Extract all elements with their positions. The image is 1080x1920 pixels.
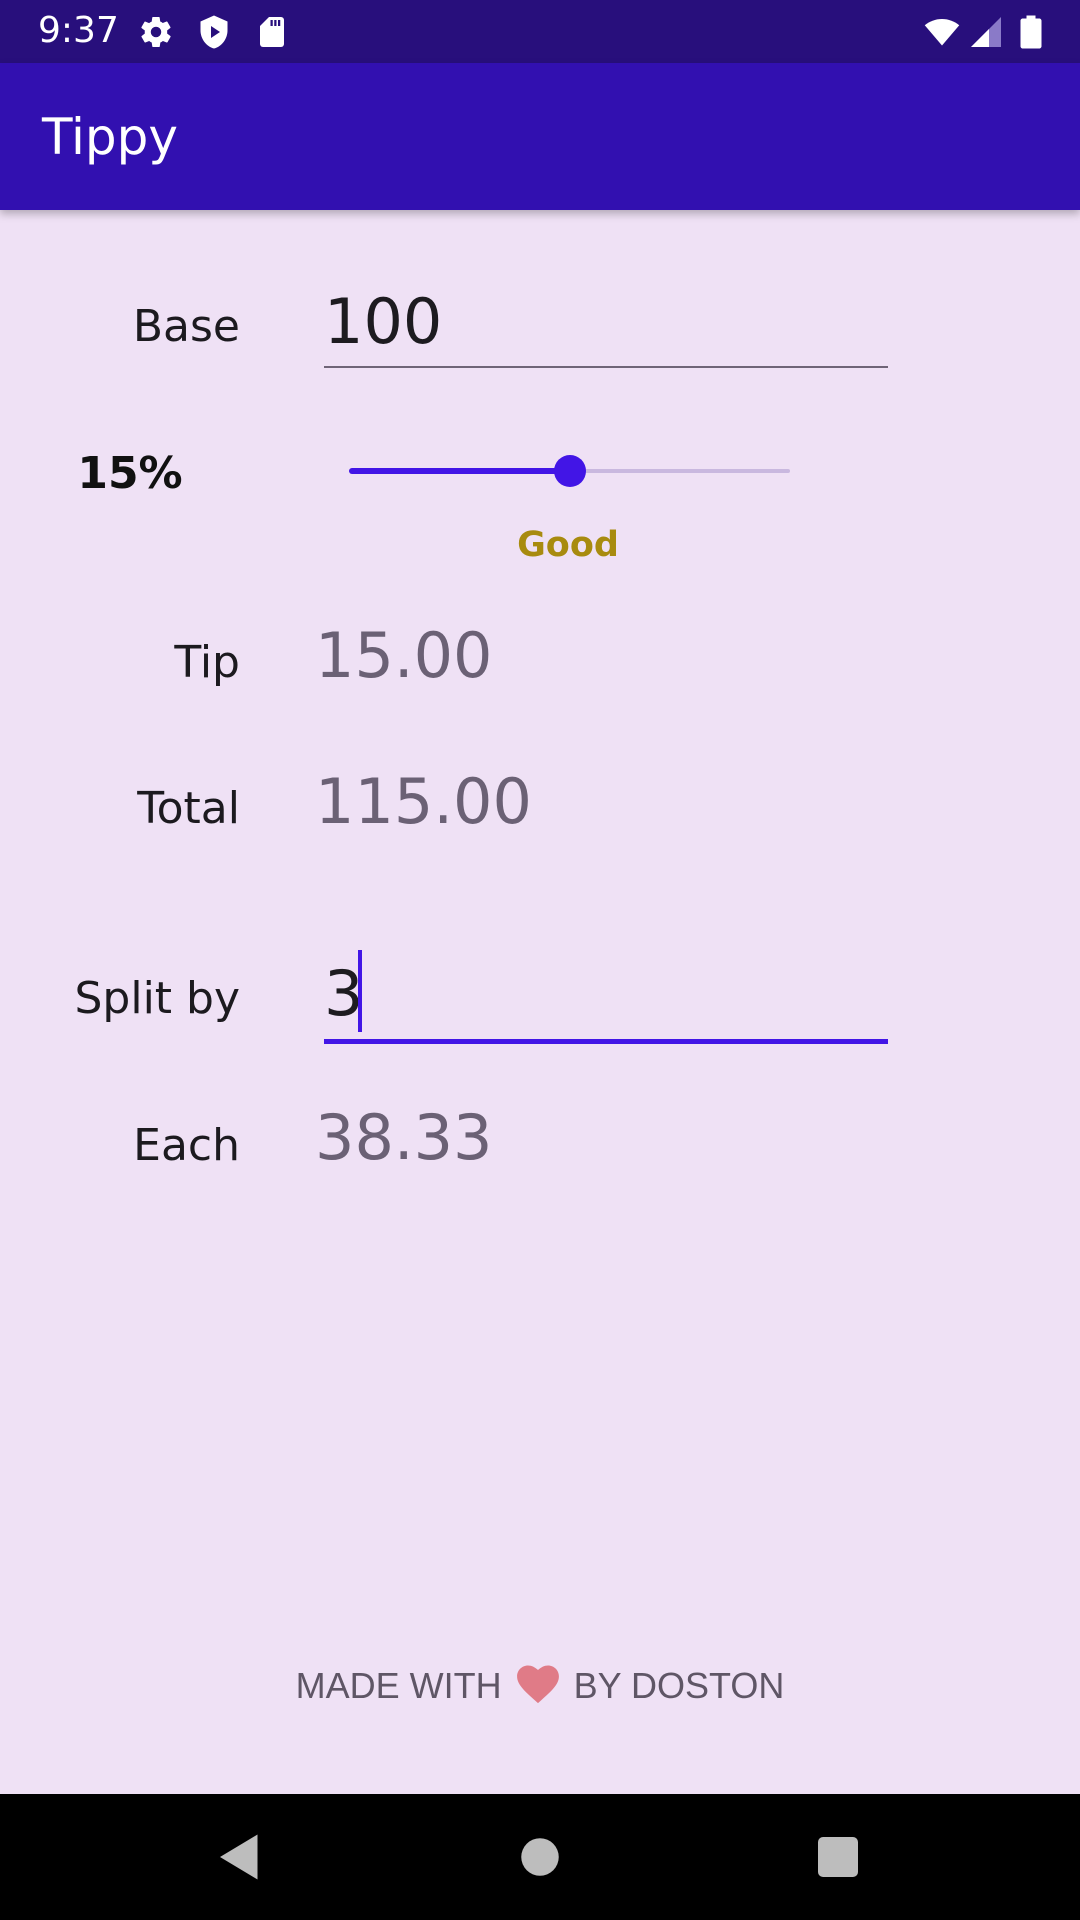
tippy-screen: 9:37 Tippy Base 100 15% Good Tip 15.00 T… [0,0,1080,1920]
tip-percent-slider[interactable] [349,455,790,487]
total-label: Total [137,783,240,834]
tip-label: Tip [174,637,240,688]
each-amount: 38.33 [315,1101,493,1174]
total-amount: 115.00 [315,765,532,838]
slider-fill [349,468,570,474]
wifi-icon [920,14,964,50]
heart-icon [516,1664,560,1704]
tip-amount: 15.00 [315,619,493,692]
app-bar: Tippy [0,63,1080,210]
split-by-input[interactable]: 3 [324,950,888,1046]
footer: MADE WITH BY DOSTON [0,1662,1080,1710]
signal-icon [968,14,1004,50]
each-label: Each [133,1120,240,1171]
status-bar: 9:37 [0,0,1080,63]
navigation-bar [0,1794,1080,1920]
recents-icon[interactable] [808,1827,868,1887]
battery-icon [1016,14,1046,50]
tip-description: Good [517,525,619,565]
base-input-value: 100 [324,285,443,358]
footer-text-after: BY DOSTON [573,1665,785,1706]
tip-percent-label: 15% [77,448,183,499]
gear-icon [138,14,174,50]
base-input-underline [324,366,888,368]
shield-icon [196,14,232,50]
app-title: Tippy [42,108,178,166]
footer-text-before: MADE WITH [295,1665,502,1706]
split-by-input-underline [324,1039,888,1044]
sd-card-icon [254,14,290,50]
base-label: Base [132,301,240,352]
slider-thumb[interactable] [554,455,586,487]
split-by-label: Split by [74,973,240,1024]
back-icon[interactable] [210,1827,270,1887]
text-cursor [358,950,362,1032]
base-input[interactable]: 100 [324,280,888,370]
status-time: 9:37 [38,10,119,51]
home-icon[interactable] [510,1827,570,1887]
